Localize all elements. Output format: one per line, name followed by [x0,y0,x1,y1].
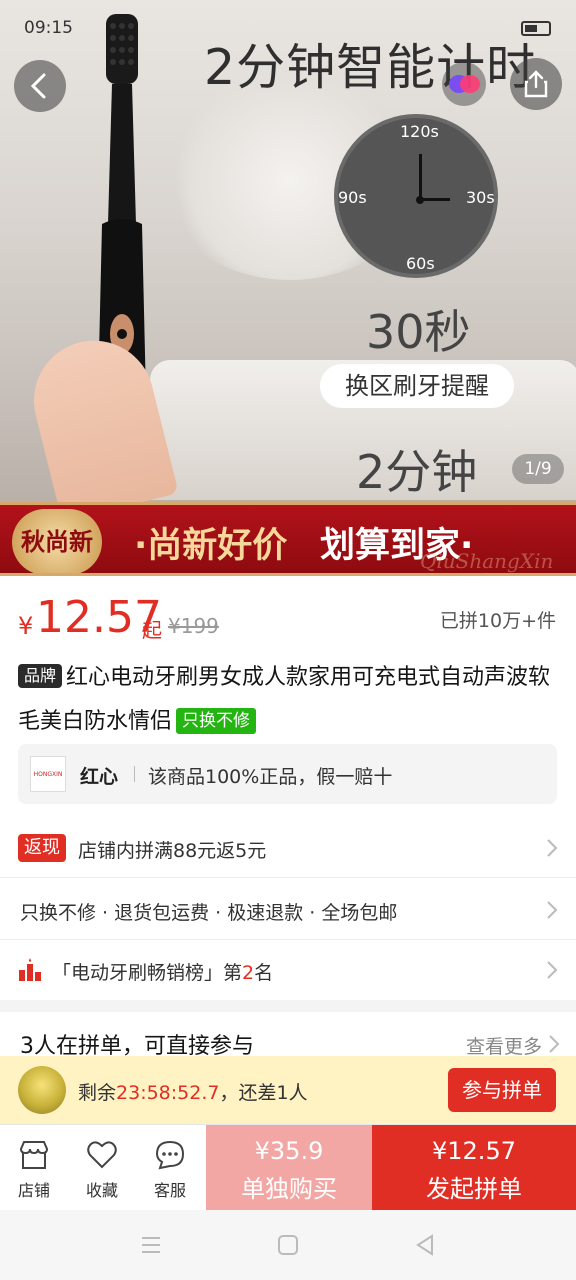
price-currency: ¥ [18,612,34,640]
favorite-button[interactable]: 收藏 [68,1125,136,1211]
clock-center [416,196,424,204]
group-price: ¥12.57 [432,1137,516,1165]
divider [134,766,135,782]
swap-only-tag: 只换不修 [176,708,257,734]
group-label: 发起拼单 [426,1175,522,1203]
image-page-indicator: 1/9 [512,454,564,484]
home-icon[interactable] [277,1234,299,1256]
back-icon[interactable] [414,1234,436,1256]
reminder-pill: 换区刷牙提醒 [320,364,514,408]
rebate-text: 店铺内拼满88元返5元 [78,840,267,862]
brand-name: 红心 [80,766,119,788]
status-bar-time: 09:15 [24,18,73,38]
product-detail-page: 09:15 2分钟智能计时 120s 30s 60s 90s 30秒 换区刷牙提… [0,0,576,1280]
service-text: 只换不修 · 退货包运费 · 极速退款 · 全场包邮 [20,902,398,924]
promo-slogan-1: ·尚新好价 [134,526,288,566]
section-gap [0,1000,576,1012]
single-price: ¥35.9 [254,1137,324,1165]
avatar [18,1066,66,1114]
ranking-icon [19,958,41,981]
product-title: 品牌 红心电动牙刷男女成人款家用可充电式自动声波软毛美白防水情侣 只换不修 [18,656,563,744]
service-label: 客服 [153,1181,186,1200]
group-buy-bar: 剩余23:58:52.7，还差1人 参与拼单 [0,1056,576,1124]
seconds-text: 30秒 [366,305,471,359]
system-navigation-bar [0,1210,576,1280]
original-price: ¥199 [168,614,219,638]
rebate-tag: 返现 [18,834,66,862]
store-label: 店铺 [17,1181,50,1200]
join-group-button[interactable]: 参与拼单 [448,1068,556,1112]
clock-second-hand [420,198,450,201]
price-row: ¥ 12.57 起 ¥199 已拼10万+件 [0,590,576,650]
hero-headline: 2分钟智能计时 [204,39,537,96]
price-suffix: 起 [142,618,162,642]
chevron-right-icon [549,1035,560,1053]
sold-count: 已拼10万+件 [439,610,556,632]
ranking-number: 2 [242,962,255,984]
product-image-carousel[interactable]: 09:15 2分钟智能计时 120s 30s 60s 90s 30秒 换区刷牙提… [0,0,576,502]
heart-icon [87,1141,117,1169]
clock-minute-hand [419,154,422,200]
clock-label-120: 120s [400,122,439,141]
ranking-row[interactable]: 「电动牙刷畅销榜」第2名 [0,940,576,1000]
timer-clock: 120s 30s 60s 90s [334,114,498,278]
ranking-text: 「电动牙刷畅销榜」第2名 [52,962,274,984]
share-icon [524,70,548,98]
hand-image [21,328,179,502]
app-badge-icon[interactable] [442,62,486,106]
countdown-timer: 23:58:52.7 [116,1082,220,1104]
chevron-right-icon [547,901,558,919]
share-button[interactable] [510,58,562,110]
group-remaining-text: 剩余23:58:52.7，还差1人 [78,1082,308,1104]
store-icon [19,1141,49,1169]
single-label: 单独购买 [241,1175,337,1203]
brand-tag: 品牌 [18,664,63,688]
customer-service-button[interactable]: 客服 [136,1125,204,1211]
promo-watermark: QiuShangXin [420,549,554,573]
chevron-right-icon [547,961,558,979]
minutes-text: 2分钟 [356,445,478,499]
promo-seal: 秋尚新 [12,509,102,573]
clock-label-60: 60s [406,254,435,273]
rebate-row[interactable]: 返现 店铺内拼满88元返5元 [0,818,576,878]
brand-logo: HONGXIN [30,756,66,792]
chevron-right-icon [547,839,558,857]
back-button[interactable] [14,60,66,112]
brand-guarantee-text: 该商品100%正品，假一赔十 [148,766,393,788]
clock-label-30: 30s [466,188,495,207]
buy-alone-button[interactable]: ¥35.9 单独购买 [206,1125,372,1211]
clock-label-90: 90s [338,188,367,207]
bottom-action-bar: 店铺 收藏 客服 ¥35.9 单独购买 ¥12.57 发起拼单 [0,1124,576,1211]
promo-banner[interactable]: 秋尚新 ·尚新好价 划算到家· QiuShangXin [0,502,576,576]
product-title-text: 红心电动牙刷男女成人款家用可充电式自动声波软毛美白防水情侣 [18,665,551,734]
chat-icon [155,1140,185,1170]
menu-icon[interactable] [140,1234,162,1256]
brand-guarantee-box[interactable]: HONGXIN 红心 该商品100%正品，假一赔十 [18,744,557,804]
back-arrow-icon [30,73,46,99]
service-row[interactable]: 只换不修 · 退货包运费 · 极速退款 · 全场包邮 [0,880,576,940]
view-more-link[interactable]: 查看更多 [466,1032,542,1059]
store-button[interactable]: 店铺 [0,1125,68,1211]
favorite-label: 收藏 [85,1181,118,1200]
start-group-button[interactable]: ¥12.57 发起拼单 [372,1125,576,1211]
